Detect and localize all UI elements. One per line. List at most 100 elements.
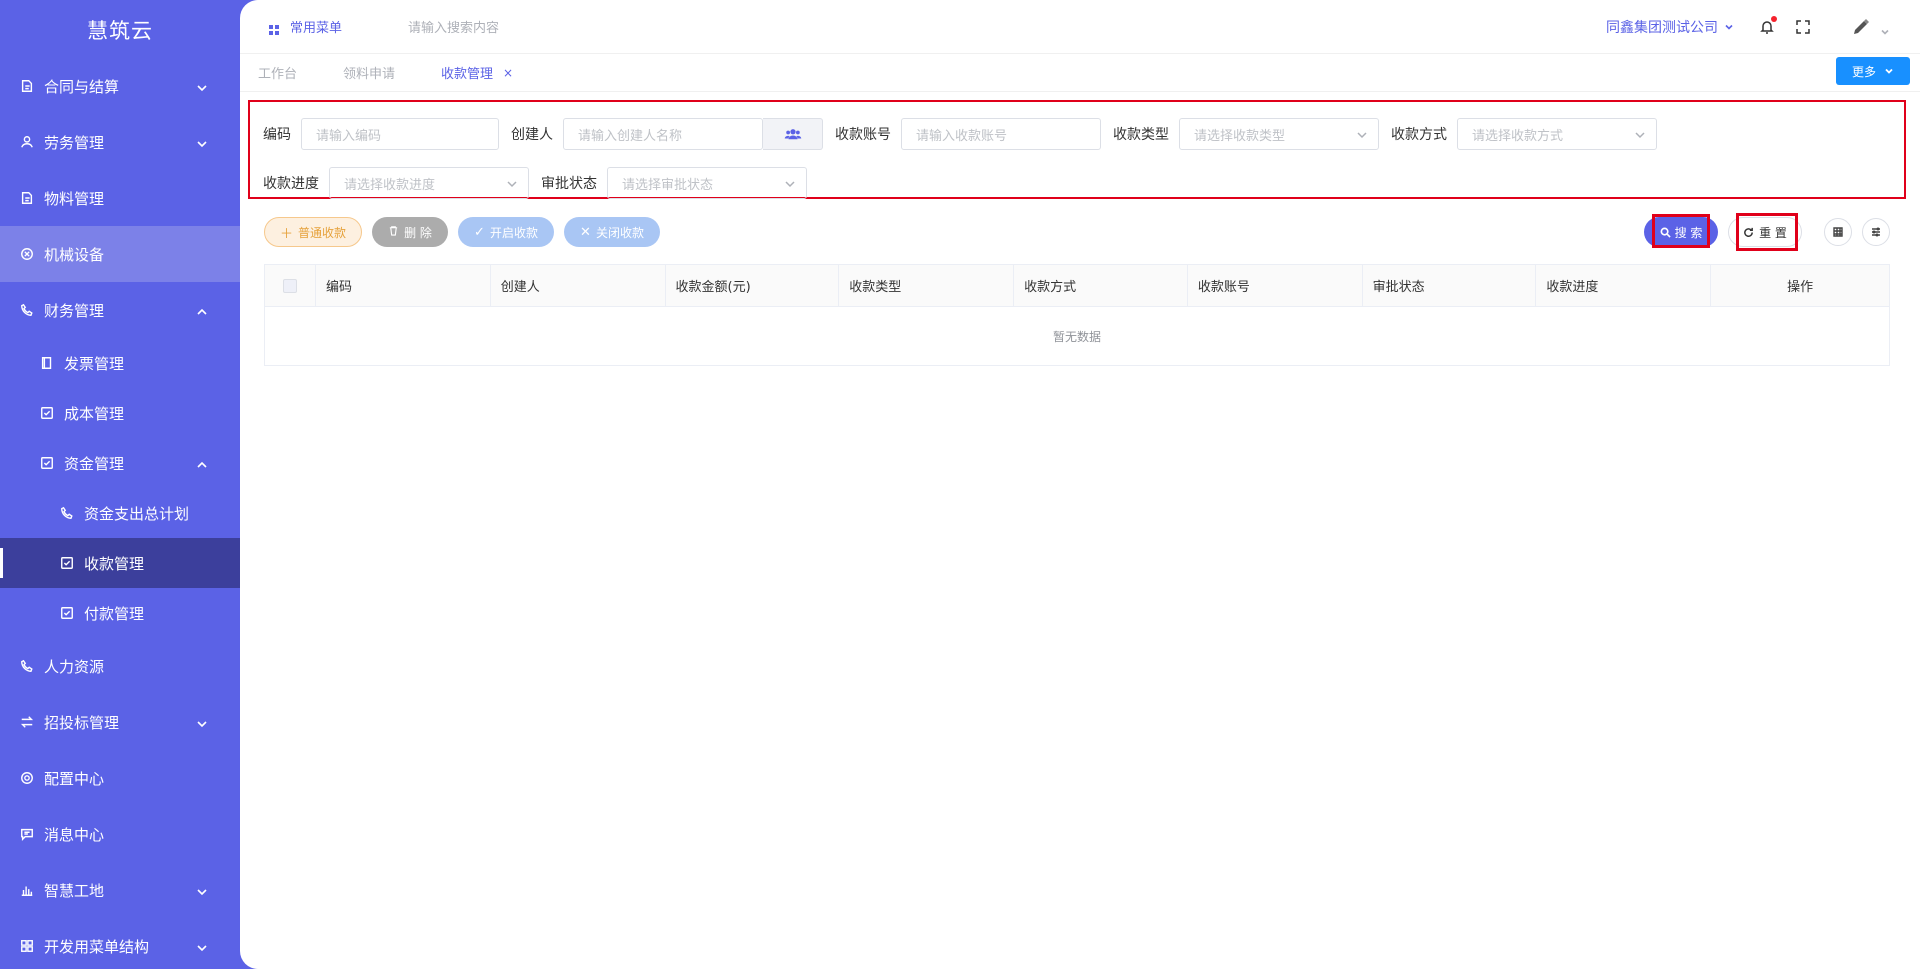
chevron-up-icon — [196, 304, 208, 316]
sidebar: 慧筑云 合同与结算 劳务管理 物料管理 机械设备 财务管理 发票管理 成本管理 … — [0, 0, 240, 969]
sidebar-item-dev-menu[interactable]: 开发用菜单结构 — [0, 918, 240, 969]
empty-state: 暂无数据 — [1052, 329, 1101, 344]
creator-input[interactable]: 请输入创建人名称 — [563, 118, 763, 150]
sidebar-item-label: 合同与结算 — [44, 77, 120, 96]
chevron-down-icon — [196, 716, 208, 728]
sidebar-item-expense-plan[interactable]: 资金支出总计划 — [0, 488, 240, 538]
select-all-checkbox[interactable] — [282, 278, 297, 293]
open-receipt-button[interactable]: ✓ 开启收款 — [458, 217, 554, 247]
sidebar-item-receipt[interactable]: 收款管理 — [0, 538, 240, 588]
sidebar-item-label: 收款管理 — [84, 554, 145, 573]
column-header[interactable]: 创建人 — [491, 265, 666, 306]
filter-row-2: 收款进度 请选择收款进度 审批状态 请选择审批状态 — [263, 167, 819, 199]
close-icon: ✕ — [580, 224, 591, 240]
sidebar-item-label: 招投标管理 — [44, 713, 120, 732]
more-button[interactable]: 更多 — [1836, 57, 1910, 85]
user-picker-button[interactable] — [763, 118, 823, 150]
sidebar-item-invoice[interactable]: 发票管理 — [0, 338, 240, 388]
sidebar-item-labor[interactable]: 劳务管理 — [0, 114, 240, 170]
sidebar-item-hr[interactable]: 人力资源 — [0, 638, 240, 694]
chevron-down-icon[interactable] — [1880, 22, 1890, 35]
sidebar-item-label: 物料管理 — [44, 189, 105, 208]
reset-button-wrapper: 重 置 — [1728, 213, 1802, 251]
sidebar-item-contract[interactable]: 合同与结算 — [0, 58, 240, 114]
sidebar-item-funds[interactable]: 资金管理 — [0, 438, 240, 488]
phone-icon — [20, 659, 34, 673]
column-header[interactable]: 收款进度 — [1536, 265, 1712, 306]
chevron-down-icon — [1885, 68, 1893, 74]
sidebar-item-label: 人力资源 — [44, 657, 105, 676]
account-input[interactable]: 请输入收款账号 — [901, 118, 1101, 150]
sidebar-item-config[interactable]: 配置中心 — [0, 750, 240, 806]
column-settings-icon[interactable] — [1824, 218, 1852, 246]
code-input[interactable]: 请输入编码 — [301, 118, 499, 150]
user-icon — [20, 135, 34, 149]
sidebar-item-label: 消息中心 — [44, 825, 105, 844]
global-search-input[interactable]: 请输入搜索内容 — [408, 17, 1606, 36]
creator-placeholder: 请输入创建人名称 — [578, 128, 683, 144]
delete-button[interactable]: 删 除 — [372, 217, 448, 247]
close-receipt-button[interactable]: ✕ 关闭收款 — [564, 217, 660, 247]
normal-receipt-button[interactable]: ＋ 普通收款 — [264, 217, 362, 247]
right-action-bar: 搜 索 重 置 — [1644, 213, 1890, 251]
approval-select[interactable]: 请选择审批状态 — [607, 167, 807, 199]
sidebar-item-material[interactable]: 物料管理 — [0, 170, 240, 226]
chevron-down-icon — [196, 884, 208, 896]
chevron-down-icon — [1725, 24, 1733, 30]
common-menu-link[interactable]: 常用菜单 — [290, 17, 342, 36]
chevron-down-icon — [196, 940, 208, 952]
app-logo: 慧筑云 — [87, 19, 153, 43]
phone-icon — [20, 303, 34, 317]
account-placeholder: 请输入收款账号 — [916, 128, 1008, 144]
checkbox-icon — [60, 606, 74, 620]
column-header[interactable]: 收款金额(元) — [666, 265, 840, 306]
checkbox-icon — [60, 556, 74, 570]
receipt-table: 编码 创建人 收款金额(元) 收款类型 收款方式 收款账号 审批状态 收款进度 … — [264, 264, 1890, 366]
chevron-down-icon — [506, 178, 518, 190]
approval-placeholder: 请选择审批状态 — [622, 177, 714, 193]
company-selector[interactable]: 同鑫集团测试公司 — [1606, 17, 1734, 37]
column-header[interactable]: 收款账号 — [1188, 265, 1363, 306]
bell-icon[interactable] — [1758, 15, 1777, 36]
chevron-up-icon — [196, 457, 208, 469]
column-header[interactable]: 收款方式 — [1014, 265, 1188, 306]
filter-label-code: 编码 — [263, 127, 291, 143]
filter-label-creator: 创建人 — [511, 127, 553, 143]
sidebar-item-cost[interactable]: 成本管理 — [0, 388, 240, 438]
sidebar-item-bidding[interactable]: 招投标管理 — [0, 694, 240, 750]
delete-label: 删 除 — [404, 225, 432, 240]
sidebar-item-machinery[interactable]: 机械设备 — [0, 226, 240, 282]
sidebar-item-payment[interactable]: 付款管理 — [0, 588, 240, 638]
phone-icon — [60, 506, 74, 520]
tab-receipt-management[interactable]: 收款管理 × — [441, 63, 513, 83]
fullscreen-icon[interactable] — [1794, 18, 1812, 36]
progress-placeholder: 请选择收款进度 — [344, 177, 436, 193]
close-receipt-label: 关闭收款 — [595, 225, 644, 240]
filter-label-approval: 审批状态 — [541, 176, 597, 192]
column-header[interactable]: 审批状态 — [1363, 265, 1537, 306]
filter-settings-icon[interactable] — [1862, 218, 1890, 246]
close-icon[interactable]: × — [503, 66, 513, 80]
sidebar-item-messages[interactable]: 消息中心 — [0, 806, 240, 862]
avatar[interactable] — [1848, 14, 1874, 40]
book-icon — [40, 356, 54, 370]
filter-label-progress: 收款进度 — [263, 176, 319, 192]
apps-grid-icon — [268, 21, 280, 35]
type-select[interactable]: 请选择收款类型 — [1179, 118, 1379, 150]
sidebar-item-label: 智慧工地 — [44, 881, 105, 900]
progress-select[interactable]: 请选择收款进度 — [329, 167, 529, 199]
method-select[interactable]: 请选择收款方式 — [1457, 118, 1657, 150]
chevron-down-icon — [196, 136, 208, 148]
sidebar-item-smart-site[interactable]: 智慧工地 — [0, 862, 240, 918]
sidebar-item-finance[interactable]: 财务管理 — [0, 282, 240, 338]
page-tabs: 工作台 领料申请 收款管理 × 更多 — [240, 54, 1920, 92]
check-icon: ✓ — [474, 224, 485, 240]
tab-workbench[interactable]: 工作台 — [258, 63, 297, 82]
column-header[interactable]: 编码 — [316, 265, 491, 306]
message-icon — [20, 827, 34, 841]
column-header[interactable]: 收款类型 — [839, 265, 1015, 306]
main-panel: 常用菜单 请输入搜索内容 同鑫集团测试公司 工作台 领料申请 收款管理 × 更多… — [240, 0, 1920, 969]
trash-icon — [388, 225, 399, 240]
plus-icon: ＋ — [279, 226, 293, 242]
tab-material-request[interactable]: 领料申请 — [343, 63, 395, 82]
